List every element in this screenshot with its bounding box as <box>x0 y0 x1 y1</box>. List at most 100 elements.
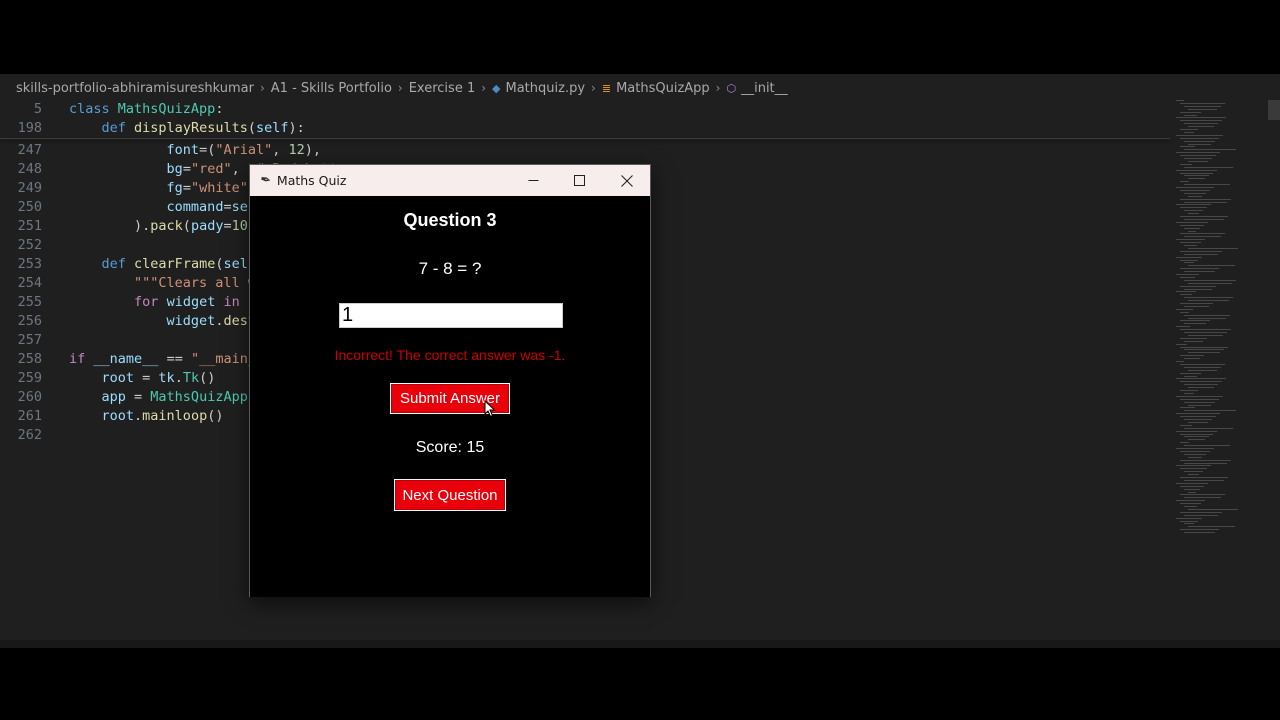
breadcrumb-label: MathsQuizApp <box>616 80 710 96</box>
minimap-line <box>1180 468 1207 470</box>
minimap-line <box>1184 192 1206 194</box>
code-token: ): <box>288 120 305 136</box>
minimap-line <box>1180 363 1225 365</box>
code-text: class MathsQuizApp: <box>69 100 223 119</box>
minimap-line <box>1180 529 1219 531</box>
minimap-line <box>1180 189 1210 191</box>
code-token: "Arial" <box>215 142 273 158</box>
minimap-line <box>1176 256 1202 258</box>
minimap-line <box>1188 369 1217 371</box>
code-token: 12 <box>288 142 305 158</box>
code-text: font=("Arial", 12), <box>69 141 321 160</box>
breadcrumb-label: __init__ <box>741 80 788 96</box>
breadcrumb-item[interactable]: Exercise 1 <box>409 81 476 96</box>
code-text: """Clears all wi <box>69 274 264 293</box>
minimap-line <box>1180 311 1189 313</box>
code-line[interactable]: 5 class MathsQuizApp: <box>0 100 1170 119</box>
minimap-line <box>1184 175 1209 177</box>
minimap-line <box>1180 355 1204 357</box>
minimap-line <box>1184 479 1224 481</box>
minimize-button[interactable] <box>510 165 556 196</box>
minimap-line <box>1180 511 1222 513</box>
code-token: displayResults <box>134 120 248 136</box>
minimap-line <box>1180 163 1192 165</box>
line-number: 251 <box>17 218 42 234</box>
minimap-line <box>1176 378 1226 380</box>
code-token: "__main_ <box>190 351 256 367</box>
minimap-line <box>1184 497 1221 499</box>
minimap-line <box>1176 100 1184 101</box>
minimap-line <box>1184 149 1236 151</box>
code-token: = <box>223 199 232 215</box>
minimap-line <box>1184 532 1215 534</box>
minimap-line <box>1180 172 1213 174</box>
minimap-line <box>1184 514 1218 516</box>
code-token: = <box>134 370 159 386</box>
next-question-button[interactable]: Next Question <box>394 479 506 511</box>
code-line[interactable]: 247 font=("Arial", 12), <box>0 141 1170 160</box>
minimap[interactable] <box>1172 100 1268 640</box>
minimap-line <box>1188 474 1199 476</box>
line-number: 256 <box>17 313 42 329</box>
code-token: for <box>134 294 159 310</box>
window-titlebar[interactable]: ✒ Maths Quiz <box>250 165 650 196</box>
minimap-line <box>1180 477 1228 478</box>
breadcrumb-item[interactable]: A1 - Skills Portfolio <box>271 81 392 96</box>
close-button[interactable] <box>604 165 650 196</box>
minimap-line <box>1188 108 1217 110</box>
minimap-line <box>1180 372 1201 374</box>
breadcrumb-item[interactable]: ⬡ __init__ <box>726 81 787 96</box>
minimap-line <box>1176 221 1208 223</box>
minimap-line <box>1188 439 1205 441</box>
code-text: app = MathsQuizApp(r <box>69 388 265 407</box>
maths-quiz-window: ✒ Maths Quiz Question 3 7 - 8 = ? Incorr… <box>249 164 651 597</box>
minimap-line <box>1184 523 1194 525</box>
code-token: "red" <box>190 161 232 177</box>
code-token: pady <box>190 218 224 234</box>
minimap-line <box>1176 187 1214 188</box>
code-token: ( <box>247 120 256 136</box>
minimap-line <box>1180 520 1198 522</box>
minimap-line <box>1184 305 1209 307</box>
minimap-line <box>1184 131 1194 133</box>
breadcrumb-item[interactable]: skills-portfolio-abhiramisureshkumar <box>16 81 254 96</box>
breadcrumb-item[interactable]: ◆ Mathquiz.py <box>492 81 585 96</box>
code-token: ( <box>182 218 191 234</box>
minimap-line <box>1188 143 1211 145</box>
code-text: for widget in se <box>69 293 264 312</box>
chevron-right-icon: › <box>259 81 265 95</box>
code-token: ). <box>69 218 151 234</box>
minimap-line <box>1188 352 1220 354</box>
minimap-line <box>1176 169 1217 171</box>
minimap-line <box>1180 390 1198 391</box>
minimap-line <box>1184 253 1218 255</box>
code-text: command=self <box>69 198 265 217</box>
minimap-line <box>1184 349 1224 351</box>
minimap-line <box>1176 239 1205 241</box>
breadcrumb-label: Exercise 1 <box>408 80 476 96</box>
editor-scrollbar[interactable] <box>1268 100 1280 120</box>
code-token: = <box>125 389 151 405</box>
breadcrumb: skills-portfolio-abhiramisureshkumar › A1 … <box>0 74 1170 102</box>
minimap-line <box>1176 482 1208 484</box>
maximize-button[interactable] <box>556 165 602 196</box>
code-token: "white" <box>190 180 248 196</box>
minimap-line <box>1184 358 1200 360</box>
answer-input[interactable] <box>339 303 563 328</box>
minimap-line <box>1188 247 1238 249</box>
code-line[interactable]: 198 def displayResults(self): <box>0 119 1170 138</box>
breadcrumb-item[interactable]: ≣ MathsQuizApp <box>602 81 710 96</box>
chevron-right-icon: › <box>481 81 487 95</box>
minimap-line <box>1188 404 1211 406</box>
code-token: font <box>166 142 200 158</box>
line-number: 247 <box>17 142 42 158</box>
minimap-line <box>1176 291 1196 293</box>
minimap-line <box>1184 436 1209 438</box>
question-text: 7 - 8 = ? <box>418 259 482 278</box>
minimap-line <box>1188 491 1196 493</box>
minimap-line <box>1184 392 1194 394</box>
code-token: root <box>101 408 135 424</box>
minimap-line <box>1184 245 1197 246</box>
